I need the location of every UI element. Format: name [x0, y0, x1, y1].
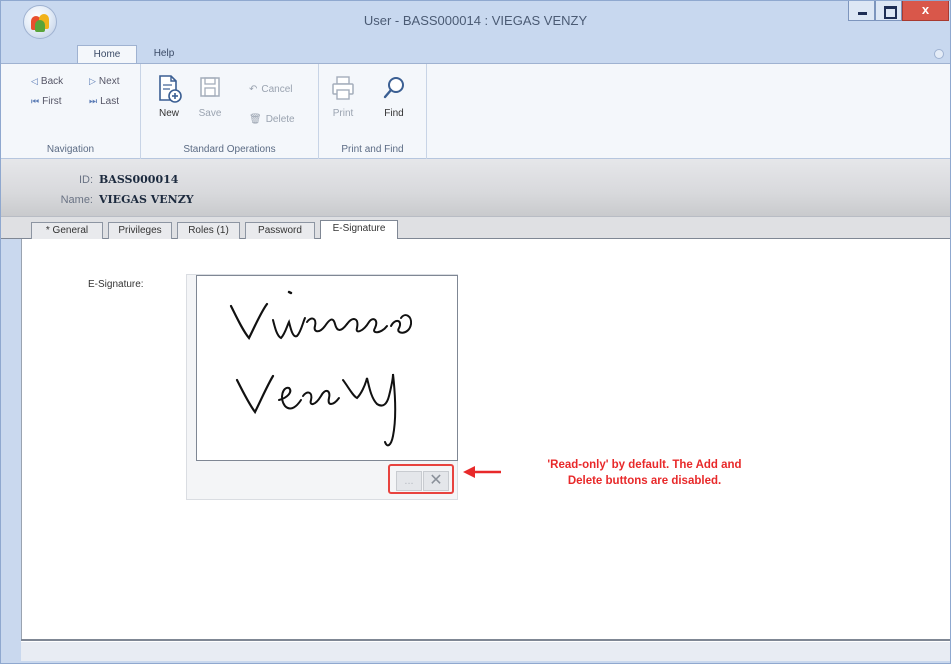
new-button[interactable]: New — [149, 74, 189, 119]
record-name: Name: VIEGAS VENZY — [53, 193, 194, 206]
minimize-button[interactable] — [848, 1, 875, 21]
e-signature-label: E-Signature: — [88, 279, 144, 290]
record-id: ID: BASS000014 — [53, 173, 178, 186]
save-label: Save — [198, 108, 222, 119]
e-signature-panel: E-Signature: ... ✕ 'Read-only' by defaul… — [21, 239, 950, 639]
content-tab-bar: * General Privileges Roles (1) Password … — [1, 217, 950, 240]
arrow-left-icon: ◁ — [31, 76, 38, 86]
close-button[interactable]: x — [902, 1, 949, 21]
app-window: User - BASS000014 : VIEGAS VENZY x Home … — [0, 0, 951, 664]
tab-password[interactable]: Password — [245, 222, 315, 239]
record-name-label: Name: — [60, 194, 93, 206]
signature-buttons-highlight: ... ✕ — [388, 464, 454, 494]
new-document-icon — [155, 74, 183, 104]
status-bar-inner — [21, 641, 950, 661]
last-label: Last — [100, 96, 120, 107]
status-bar — [1, 641, 950, 663]
record-header: ID: BASS000014 Name: VIEGAS VENZY — [1, 159, 950, 217]
signature-container: ... ✕ — [186, 274, 458, 500]
record-id-value: BASS000014 — [99, 173, 179, 186]
group-label-standard-operations: Standard Operations — [183, 144, 276, 155]
annotation-arrow-icon — [463, 466, 501, 478]
arrow-right-icon: ▷ — [89, 76, 96, 86]
tab-privileges[interactable]: Privileges — [108, 222, 172, 239]
group-label-navigation: Navigation — [46, 144, 95, 155]
print-label: Print — [332, 108, 354, 119]
search-icon — [380, 74, 408, 104]
first-icon: ⏮ — [31, 96, 40, 106]
window-title: User - BASS000014 : VIEGAS VENZY — [363, 13, 588, 28]
back-button[interactable]: ◁ Back — [31, 76, 63, 87]
back-label: Back — [40, 76, 64, 87]
ribbon-tab-home[interactable]: Home — [77, 45, 137, 63]
find-label: Find — [384, 108, 404, 119]
trash-icon: 🗑 — [249, 114, 262, 125]
close-icon: x — [921, 2, 930, 17]
delete-signature-button[interactable]: ✕ — [423, 471, 449, 491]
ribbon: ◁Back ▷Next ⏮First ⏭Last Navigation — [1, 63, 950, 159]
delete-label: Delete — [265, 114, 295, 125]
cancel-button[interactable]: ↶ Cancel — [249, 84, 293, 95]
maximize-button[interactable] — [875, 1, 902, 21]
record-name-value: VIEGAS VENZY — [99, 193, 194, 206]
print-button[interactable]: Print — [323, 74, 363, 119]
undo-icon: ↶ — [249, 84, 258, 95]
ribbon-minimize-icon[interactable] — [934, 49, 944, 59]
tab-general[interactable]: * General — [31, 222, 103, 239]
add-signature-button[interactable]: ... — [396, 471, 422, 491]
new-label: New — [158, 108, 179, 119]
tab-e-signature[interactable]: E-Signature — [320, 220, 398, 240]
next-button[interactable]: ▷ Next — [89, 76, 119, 87]
printer-icon — [329, 74, 357, 104]
first-button[interactable]: ⏮ First — [31, 96, 62, 107]
find-button[interactable]: Find — [374, 74, 414, 119]
annotation-line-2: Delete buttons are disabled. — [567, 475, 722, 487]
ribbon-group-navigation: ◁ Back ▷ Next ⏮ First ⏭ Last Navigation — [1, 64, 141, 159]
last-icon: ⏭ — [89, 96, 98, 106]
ribbon-tab-bar: Home Help — [1, 39, 950, 63]
first-label: First — [42, 96, 62, 107]
save-button[interactable]: Save — [190, 74, 230, 119]
annotation-callout: 'Read-only' by default. The Add and Dele… — [502, 457, 787, 489]
next-label: Next — [98, 76, 120, 87]
tab-roles[interactable]: Roles (1) — [177, 222, 240, 239]
delete-button[interactable]: 🗑 Delete — [249, 114, 295, 125]
ribbon-tab-help[interactable]: Help — [144, 45, 184, 63]
save-icon — [196, 74, 224, 104]
annotation-line-1: 'Read-only' by default. The Add and — [547, 459, 742, 471]
last-button[interactable]: ⏭ Last — [89, 96, 119, 107]
group-label-print-and-find: Print and Find — [341, 144, 404, 155]
cancel-label: Cancel — [261, 84, 293, 95]
record-id-label: ID: — [78, 174, 93, 186]
title-bar: User - BASS000014 : VIEGAS VENZY x — [1, 1, 950, 39]
signature-image — [196, 275, 458, 461]
ribbon-group-print-and-find: Print Find Print and Find — [319, 64, 427, 159]
ribbon-group-standard-operations: New Save ↶ Cancel 🗑 Delete Standard Operat… — [141, 64, 319, 159]
